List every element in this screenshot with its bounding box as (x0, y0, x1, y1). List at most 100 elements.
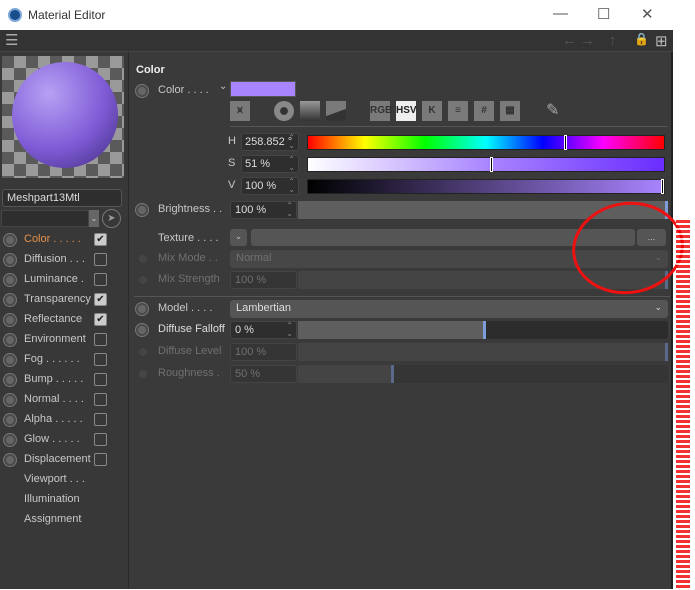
pointer-pick-icon[interactable]: ➤ (102, 209, 121, 228)
material-preview[interactable] (2, 56, 124, 178)
animate-radio[interactable] (4, 434, 16, 446)
sidebar-item-channel[interactable]: Luminance . (0, 270, 128, 290)
sidebar-item-channel[interactable]: Bump . . . . . (0, 370, 128, 390)
channel-checkbox[interactable] (94, 273, 107, 286)
channel-label: Color . . . . . (24, 233, 81, 245)
color-mode-button[interactable]: K (422, 101, 442, 121)
slider-handle[interactable] (489, 157, 493, 172)
slider-handle[interactable] (483, 321, 486, 339)
spinner-icon[interactable]: ⌃ ⌄ (286, 202, 293, 218)
color-wheel-icon[interactable] (274, 101, 294, 121)
channel-checkbox[interactable]: ✔ (94, 313, 107, 326)
channel-checkbox[interactable]: ✔ (94, 293, 107, 306)
animate-radio[interactable] (136, 303, 148, 315)
sidebar-item-assignment[interactable]: Assignment (0, 510, 128, 530)
animate-radio[interactable] (4, 234, 16, 246)
hue-input[interactable]: 258.852 ° ⌃ ⌄ (241, 133, 299, 151)
close-button[interactable]: ✕ (641, 5, 654, 23)
diffuse-level-slider[interactable] (298, 343, 668, 361)
sidebar-item-channel[interactable]: Reflectance ✔ (0, 310, 128, 330)
animate-radio[interactable] (4, 374, 16, 386)
brightness-input[interactable]: 100 % ⌃ ⌄ (230, 201, 297, 219)
sidebar-item-channel[interactable]: Normal . . . . (0, 390, 128, 410)
color-swatch[interactable] (230, 81, 296, 97)
material-name-field[interactable]: Meshpart13Mtl (2, 189, 122, 207)
hue-slider[interactable] (307, 135, 665, 150)
roughness-label: Roughness . (158, 367, 220, 379)
diffuse-level-input[interactable]: 100 % (230, 343, 297, 361)
sidebar-item-channel[interactable]: Transparency ✔ (0, 290, 128, 310)
saturation-input[interactable]: 51 % ⌃ ⌄ (241, 155, 299, 173)
new-window-icon[interactable]: ⊞ (655, 32, 668, 50)
spinner-icon[interactable]: ⌃ ⌄ (286, 322, 293, 338)
chevron-down-icon[interactable]: ⌄ (89, 210, 99, 227)
value-input[interactable]: 100 % ⌃ ⌄ (241, 177, 299, 195)
channel-checkbox[interactable] (94, 453, 107, 466)
animate-radio[interactable] (4, 454, 16, 466)
sidebar-item-illumination[interactable]: Illumination (0, 490, 128, 510)
spinner-icon[interactable]: ⌃ ⌄ (288, 156, 295, 172)
animate-radio[interactable] (4, 274, 16, 286)
channel-checkbox[interactable] (94, 333, 107, 346)
diffuse-falloff-input[interactable]: 0 % ⌃ ⌄ (230, 321, 297, 339)
sidebar-item-channel[interactable]: Glow . . . . . (0, 430, 128, 450)
color-mode-button[interactable]: # (474, 101, 494, 121)
animate-radio[interactable] (4, 394, 16, 406)
chevron-down-icon[interactable]: ⌄ (219, 81, 227, 92)
eyedropper-icon[interactable]: ✎ (546, 100, 559, 120)
spinner-icon[interactable]: ⌃ ⌄ (288, 134, 295, 150)
channel-checkbox[interactable] (94, 413, 107, 426)
roughness-slider[interactable] (298, 365, 668, 383)
forward-arrow-icon[interactable]: → (580, 32, 595, 49)
animate-radio[interactable] (4, 414, 16, 426)
animate-radio[interactable] (136, 204, 148, 216)
channel-checkbox[interactable] (94, 373, 107, 386)
sidebar-item-viewport[interactable]: Viewport . . . (0, 470, 128, 490)
preset-select[interactable] (1, 210, 89, 227)
sidebar-item-channel[interactable]: Diffusion . . . (0, 250, 128, 270)
color-mode-button[interactable]: ≡ (448, 101, 468, 121)
spectrum-icon[interactable] (300, 101, 320, 121)
sidebar-item-channel[interactable]: Color . . . . . ✔ (0, 230, 128, 250)
value-slider[interactable] (307, 179, 665, 194)
sidebar-item-channel[interactable]: Fog . . . . . . (0, 350, 128, 370)
maximize-button[interactable]: ☐ (597, 5, 610, 23)
channel-checkbox[interactable]: ✔ (94, 233, 107, 246)
back-arrow-icon[interactable]: ← (562, 32, 577, 49)
channel-checkbox[interactable] (94, 433, 107, 446)
collapse-icon[interactable]: ⩙ (230, 101, 250, 121)
color-row: Color . . . . ⌄ (130, 81, 671, 101)
sidebar-item-channel[interactable]: Displacement (0, 450, 128, 470)
color-mode-button[interactable]: HSV (396, 101, 417, 121)
up-arrow-icon[interactable]: ↑ (609, 32, 617, 49)
roughness-input[interactable]: 50 % (230, 365, 297, 383)
model-select[interactable]: Lambertian ⌄ (230, 300, 668, 318)
mix-strength-input[interactable]: 100 % (230, 271, 297, 289)
channel-checkbox[interactable] (94, 353, 107, 366)
image-picker-icon[interactable] (326, 101, 346, 121)
title-bar: Material Editor — ☐ ✕ (0, 0, 673, 30)
lock-icon[interactable]: 🔒 (634, 32, 649, 46)
animate-radio[interactable] (4, 314, 16, 326)
animate-radio[interactable] (4, 354, 16, 366)
saturation-slider[interactable] (307, 157, 665, 172)
color-mode-button[interactable]: RGB (370, 101, 392, 121)
slider-handle[interactable] (661, 179, 664, 194)
sidebar-item-channel[interactable]: Alpha . . . . . (0, 410, 128, 430)
channel-checkbox[interactable] (94, 393, 107, 406)
animate-radio[interactable] (4, 254, 16, 266)
animate-radio[interactable] (4, 294, 16, 306)
hue-row: H 258.852 ° ⌃ ⌄ (130, 133, 671, 153)
spinner-icon[interactable]: ⌃ ⌄ (288, 178, 295, 194)
color-mode-button[interactable]: ▦ (500, 101, 520, 121)
diffuse-falloff-slider[interactable] (298, 321, 668, 339)
channel-checkbox[interactable] (94, 253, 107, 266)
hamburger-icon[interactable]: ☰ (5, 31, 18, 49)
animate-radio[interactable] (136, 324, 148, 336)
animate-radio[interactable] (136, 85, 148, 97)
animate-radio[interactable] (4, 334, 16, 346)
sidebar-item-channel[interactable]: Environment (0, 330, 128, 350)
texture-dropdown[interactable]: ⌄ (230, 229, 247, 246)
slider-handle[interactable] (563, 135, 567, 150)
minimize-button[interactable]: — (553, 5, 568, 22)
